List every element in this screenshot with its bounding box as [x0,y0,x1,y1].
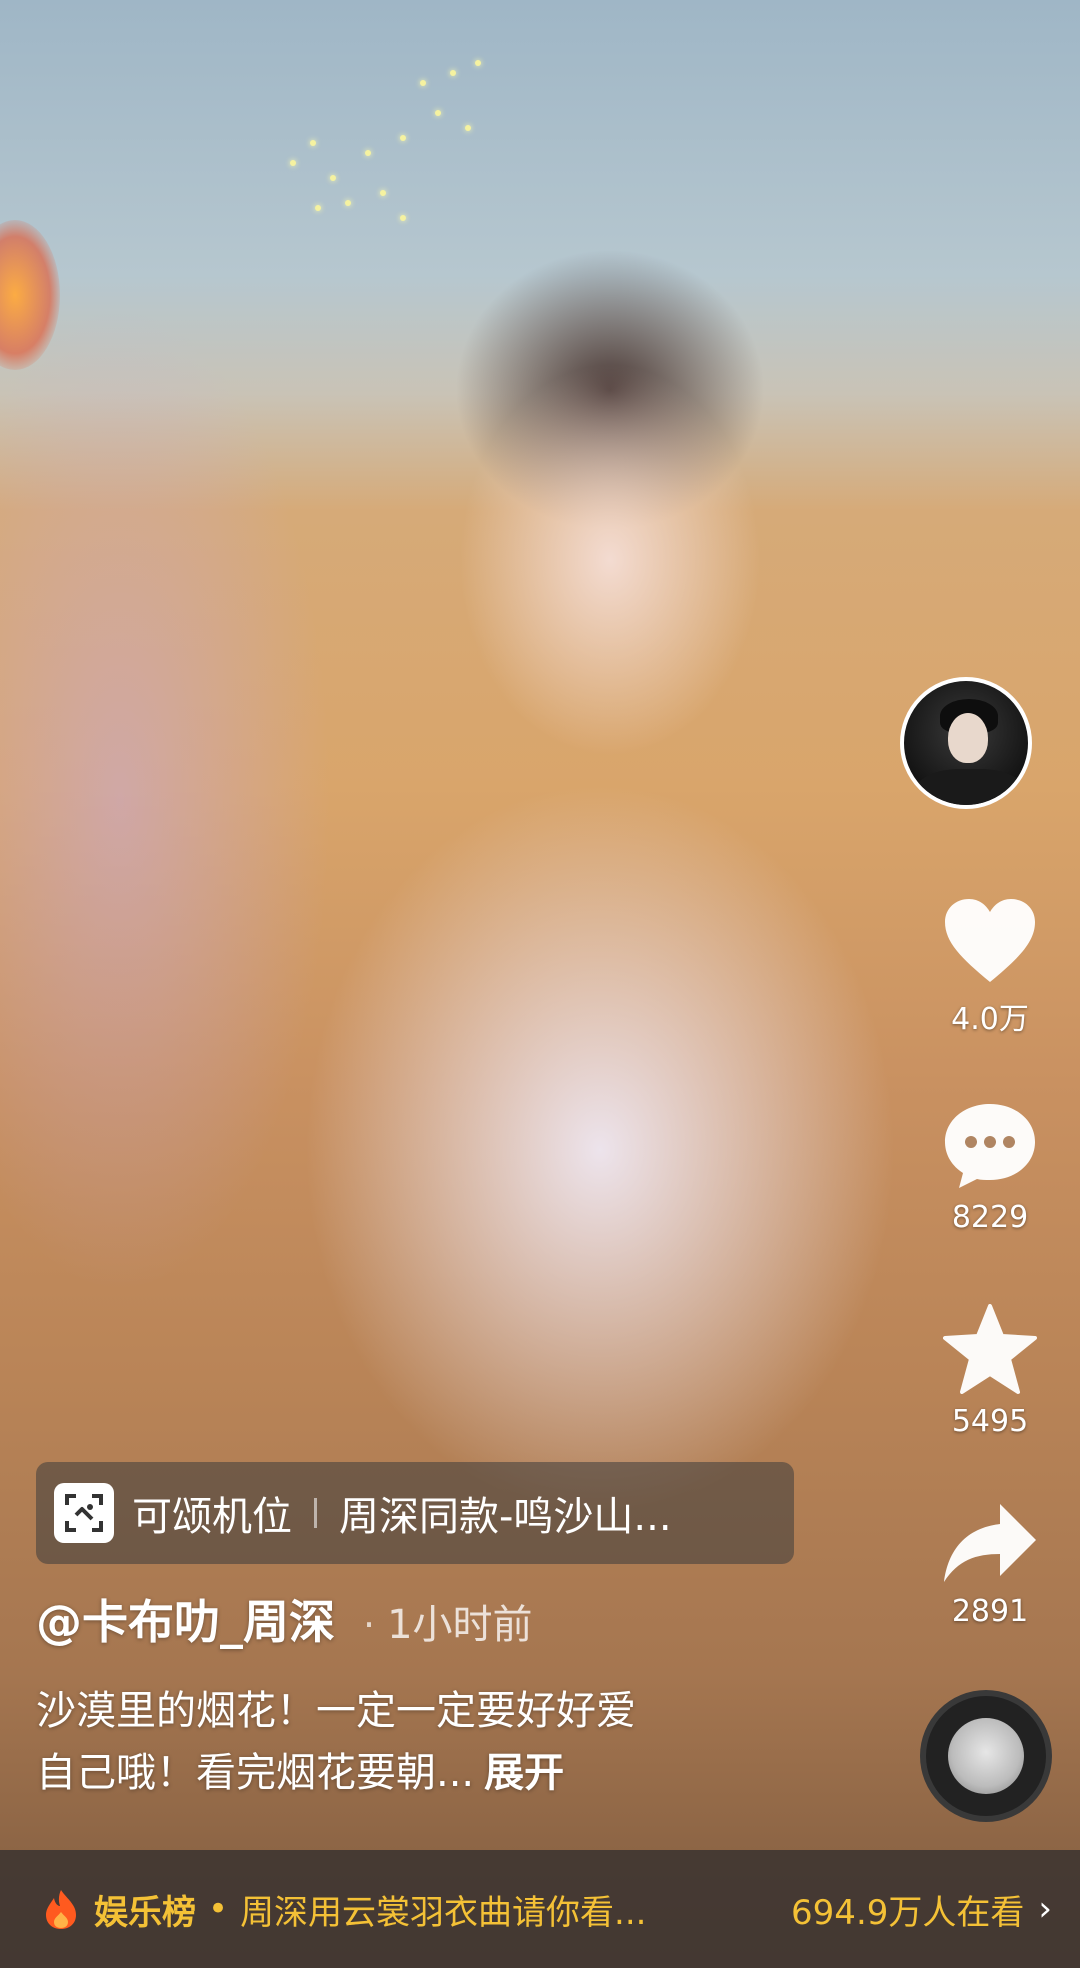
trending-topic: 周深用云裳羽衣曲请你看... [240,1892,647,1933]
like-count: 4.0万 [951,1002,1029,1037]
author-row: @卡布叻_周深 · 1小时前 [36,1586,533,1652]
share-count: 2891 [951,1594,1029,1629]
caption-line-2: 自己哦！看完烟花要朝... 展开 [36,1742,816,1804]
post-time: 1小时前 [387,1602,533,1648]
caption-line-2-text: 自己哦！看完烟花要朝... [36,1750,475,1796]
star-icon [943,1304,1037,1394]
divider [314,1498,317,1528]
comment-icon [945,1104,1035,1188]
author-name[interactable]: @卡布叻_周深 [36,1586,335,1652]
firework-sparks [270,40,530,240]
caption-line-1: 沙漠里的烟花！一定一定要好好爱 [36,1688,636,1734]
chevron-right-icon: › [1038,1889,1052,1929]
scan-icon [54,1483,114,1543]
dot-separator: · [363,1603,376,1647]
firework-glow [0,220,60,370]
comment-count: 8229 [951,1200,1029,1235]
board-separator: • [208,1889,229,1929]
author-avatar[interactable] [900,677,1032,809]
expand-button[interactable]: 展开 [484,1750,564,1796]
template-name: 周深同款-鸣沙山... [339,1494,672,1540]
trending-bar[interactable]: 娱乐榜 • 周深用云裳羽衣曲请你看... 694.9万人在看 › [0,1850,1080,1968]
caption: 沙漠里的烟花！一定一定要好好爱 自己哦！看完烟花要朝... 展开 [36,1680,816,1804]
fire-icon [46,1890,76,1929]
heart-icon [945,899,1035,982]
comment-button[interactable]: 8229 [920,1100,1060,1235]
board-label: 娱乐榜 [94,1892,196,1933]
like-button[interactable]: 4.0万 [920,896,1060,1038]
favorite-button[interactable]: 5495 [920,1302,1060,1439]
template-pill[interactable]: 可颂机位 周深同款-鸣沙山... [36,1462,794,1564]
favorite-count: 5495 [951,1404,1029,1439]
template-label: 可颂机位 [132,1494,292,1540]
share-button[interactable]: 2891 [920,1500,1060,1629]
music-disc[interactable] [920,1690,1052,1822]
share-icon [944,1504,1036,1582]
video-player[interactable] [0,0,1080,1968]
viewer-count: 694.9万人在看 [791,1892,1025,1933]
